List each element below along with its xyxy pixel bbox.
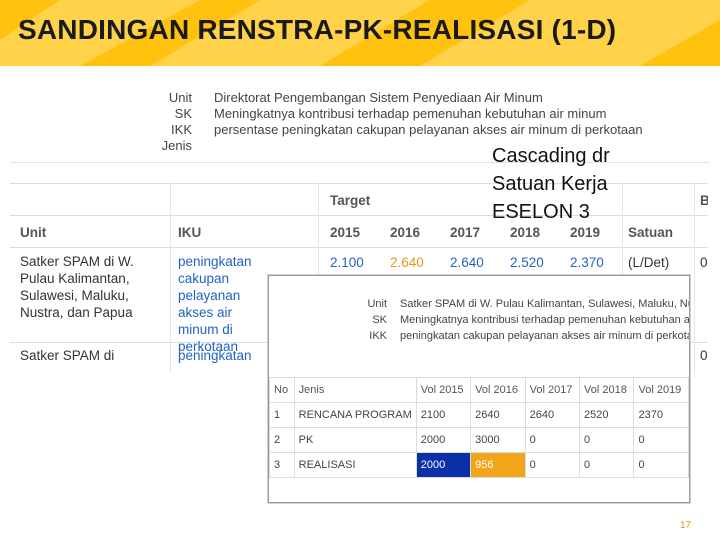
info-label: IKK <box>171 122 192 137</box>
table-cell: 0 <box>633 452 689 478</box>
table-cell-highlight: 2000 <box>415 452 472 478</box>
col-header: Vol 2018 <box>579 377 635 403</box>
table-cell: 0 <box>524 427 581 453</box>
info-label: Unit <box>367 298 387 310</box>
table-cell-unit: Satker SPAM di W. Pulau Kalimantan, Sula… <box>20 254 134 320</box>
info-row-sk: SK Meningkatnya kontribusi terhadap peme… <box>269 314 690 328</box>
year-header: 2018 <box>510 225 541 240</box>
table-cell-value: 2.640 <box>390 255 424 270</box>
table-cell: REALISASI <box>293 452 417 478</box>
callout-line: Cascading dr <box>492 145 610 167</box>
table-cell: 0 <box>579 452 635 478</box>
table-cell-value: 2.370 <box>570 255 604 270</box>
col-header: Vol 2016 <box>470 377 526 403</box>
table-cell-value: 2.640 <box>450 255 484 270</box>
col-header: Jenis <box>293 377 417 403</box>
table-row: 3 REALISASI 2000 956 0 0 0 <box>269 452 689 478</box>
info-label: Unit <box>168 90 192 105</box>
col-header: Vol 2019 <box>633 377 689 403</box>
table-cell: 0 <box>579 427 635 453</box>
slide-title: SANDINGAN RENSTRA-PK-REALISASI (1-D) <box>18 14 617 45</box>
table-cell: RENCANA PROGRAM <box>293 402 417 428</box>
table-cell: 2100 <box>415 402 472 428</box>
info-label: SK <box>372 314 387 326</box>
table-cell-value: 2.100 <box>330 255 364 270</box>
table-cell: 0 <box>633 427 689 453</box>
year-header: 2017 <box>450 225 481 240</box>
satker-screenshot: Unit Satker SPAM di W. Pulau Kalimantan,… <box>268 275 690 503</box>
info-value: Meningkatnya kontribusi terhadap pemenuh… <box>214 106 607 121</box>
info-label: Jenis <box>161 138 192 153</box>
table-cell: 2000 <box>415 427 472 453</box>
table-cell-extra: 0 <box>700 255 708 270</box>
table-border <box>170 183 171 373</box>
info-row-unit: Unit Satker SPAM di W. Pulau Kalimantan,… <box>269 298 689 312</box>
table-row: 1 RENCANA PROGRAM 2100 2640 2640 2520 23… <box>269 402 689 428</box>
callout-line: ESELON 3 <box>492 201 590 223</box>
table-cell: 1 <box>269 402 295 428</box>
table-cell: 2370 <box>633 402 689 428</box>
info-row-ikk: IKK persentase peningkatan cakupan pelay… <box>10 122 710 138</box>
table-header-row: No Jenis Vol 2015 Vol 2016 Vol 2017 Vol … <box>269 377 689 403</box>
table-cell: 3000 <box>470 427 526 453</box>
table-cell-iku[interactable]: peningkatan cakupan pelayanan akses air … <box>178 253 270 355</box>
unit-header: Unit <box>20 225 47 240</box>
iku-header: IKU <box>178 225 202 240</box>
table-cell-satuan: (L/Det) <box>628 255 670 270</box>
col-header: No <box>269 377 295 403</box>
table-row: 2 PK 2000 3000 0 0 0 <box>269 427 689 453</box>
table-cell: 0 <box>524 452 581 478</box>
table-cell: 2640 <box>470 402 526 428</box>
table-cell: 2520 <box>579 402 635 428</box>
info-value: Meningkatnya kontribusi terhadap pemenuh… <box>400 314 690 326</box>
table-cell-highlight: 956 <box>470 452 526 478</box>
extra-header: B <box>700 193 708 208</box>
info-value: Direktorat Pengembangan Sistem Penyediaa… <box>214 90 543 105</box>
info-label: SK <box>174 106 192 121</box>
col-header: Vol 2015 <box>415 377 472 403</box>
table-cell: 2 <box>269 427 295 453</box>
year-header: 2019 <box>570 225 601 240</box>
table-cell-value: 2.520 <box>510 255 544 270</box>
info-row-unit: Unit Direktorat Pengembangan Sistem Peny… <box>10 90 710 106</box>
table-border <box>10 247 708 248</box>
info-value: peningkatan cakupan pelayanan akses air … <box>400 330 690 342</box>
info-row-ikk: IKK peningkatan cakupan pelayanan akses … <box>269 330 690 344</box>
satuan-header: Satuan <box>628 225 674 240</box>
info-label: IKK <box>369 330 387 342</box>
info-row-sk: SK Meningkatnya kontribusi terhadap peme… <box>10 106 710 122</box>
info-value: Satker SPAM di W. Pulau Kalimantan, Sula… <box>400 298 689 310</box>
volume-table: No Jenis Vol 2015 Vol 2016 Vol 2017 Vol … <box>269 377 689 478</box>
year-header: 2015 <box>330 225 361 240</box>
table-cell-iku[interactable]: peningkatan <box>178 348 252 363</box>
year-header: 2016 <box>390 225 421 240</box>
table-cell: PK <box>293 427 417 453</box>
col-header: Vol 2017 <box>524 377 581 403</box>
table-cell-extra: 0 <box>700 348 708 363</box>
cascading-callout: Cascading dr Satuan Kerja ESELON 3 <box>492 142 652 226</box>
table-border <box>694 183 695 373</box>
table-cell-unit: Satker SPAM di <box>20 348 115 363</box>
info-value: persentase peningkatan cakupan pelayanan… <box>214 122 643 137</box>
callout-line: Satuan Kerja <box>492 173 608 195</box>
target-header: Target <box>330 193 371 208</box>
table-cell: 2640 <box>524 402 581 428</box>
page-number: 17 <box>680 520 692 531</box>
title-banner: SANDINGAN RENSTRA-PK-REALISASI (1-D) <box>0 0 720 66</box>
table-cell: 3 <box>269 452 295 478</box>
